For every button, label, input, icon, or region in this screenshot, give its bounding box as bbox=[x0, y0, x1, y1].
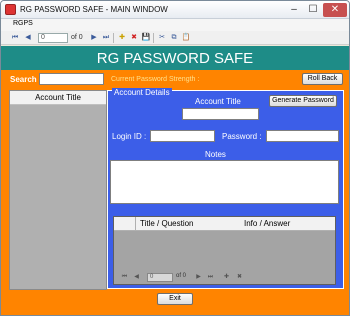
banner-title: RG PASSWORD SAFE bbox=[96, 50, 254, 67]
password-input[interactable] bbox=[266, 130, 339, 142]
account-title-input[interactable] bbox=[182, 108, 259, 120]
separator bbox=[153, 33, 154, 43]
search-label: Search bbox=[10, 75, 37, 84]
add-new-icon[interactable]: ✚ bbox=[117, 33, 127, 43]
login-id-label: Login ID : bbox=[112, 132, 147, 141]
app-icon bbox=[5, 4, 16, 15]
password-label: Password : bbox=[222, 132, 262, 141]
account-details-legend: Account Details bbox=[112, 88, 172, 97]
copy-icon[interactable]: ⧉ bbox=[169, 33, 179, 43]
move-first-icon[interactable]: ⏮ bbox=[120, 273, 129, 282]
minimize-button[interactable]: – bbox=[285, 3, 303, 17]
account-list[interactable]: Account Title bbox=[9, 90, 107, 290]
search-input[interactable] bbox=[39, 73, 104, 85]
move-next-icon[interactable]: ▶ bbox=[194, 273, 203, 282]
account-title-label: Account Title bbox=[195, 97, 241, 106]
position-input[interactable]: 0 bbox=[38, 33, 68, 43]
cut-icon[interactable]: ✂ bbox=[157, 33, 167, 43]
move-next-icon[interactable]: ▶ bbox=[89, 33, 99, 43]
roll-back-button[interactable]: Roll Back bbox=[302, 73, 343, 85]
notes-textarea[interactable] bbox=[110, 160, 339, 204]
notes-label: Notes bbox=[205, 150, 226, 159]
close-button[interactable]: ✕ bbox=[323, 3, 347, 17]
menu-bar: RGPS bbox=[1, 19, 349, 31]
app-banner: RG PASSWORD SAFE bbox=[1, 46, 349, 70]
info-answer-column-header[interactable]: Info / Answer bbox=[244, 219, 290, 228]
account-title-column-header[interactable]: Account Title bbox=[10, 91, 106, 105]
qa-grid[interactable]: Title / Question Info / Answer ⏮ ◀ 0 of … bbox=[113, 216, 336, 285]
password-strength-label: Current Password Strength : bbox=[111, 76, 200, 83]
qa-grid-header: Title / Question Info / Answer bbox=[114, 217, 335, 231]
title-question-column-header[interactable]: Title / Question bbox=[140, 219, 194, 228]
delete-icon[interactable]: ✖ bbox=[235, 273, 244, 282]
window-title: RG PASSWORD SAFE - MAIN WINDOW bbox=[20, 5, 168, 14]
save-icon[interactable]: 💾 bbox=[141, 33, 151, 43]
move-previous-icon[interactable]: ◀ bbox=[23, 33, 33, 43]
qa-grid-navigator: ⏮ ◀ 0 of 0 ▶ ⏭ ✚ ✖ bbox=[114, 271, 335, 284]
binding-navigator: ⏮ ◀ 0 of 0 ▶ ⏭ ✚ ✖ 💾 ✂ ⧉ 📋 bbox=[1, 31, 349, 45]
login-id-input[interactable] bbox=[150, 130, 215, 142]
exit-button[interactable]: Exit bbox=[157, 293, 193, 305]
paste-icon[interactable]: 📋 bbox=[181, 33, 191, 43]
generate-password-button[interactable]: Generate Password bbox=[269, 95, 337, 107]
move-previous-icon[interactable]: ◀ bbox=[132, 273, 141, 282]
delete-icon[interactable]: ✖ bbox=[129, 33, 139, 43]
menu-item-rgps[interactable]: RGPS bbox=[13, 20, 33, 27]
move-last-icon[interactable]: ⏭ bbox=[101, 33, 111, 43]
title-bar[interactable]: RG PASSWORD SAFE - MAIN WINDOW – ☐ ✕ bbox=[1, 1, 349, 19]
qa-position-input[interactable]: 0 bbox=[147, 273, 173, 282]
main-window: RG PASSWORD SAFE - MAIN WINDOW – ☐ ✕ RGP… bbox=[0, 0, 350, 316]
row-header-cell bbox=[114, 217, 136, 231]
qa-record-count: of 0 bbox=[176, 273, 187, 279]
separator bbox=[113, 33, 114, 43]
record-count: of 0 bbox=[71, 34, 83, 41]
maximize-button[interactable]: ☐ bbox=[304, 3, 322, 17]
move-last-icon[interactable]: ⏭ bbox=[206, 273, 215, 282]
add-new-icon[interactable]: ✚ bbox=[222, 273, 231, 282]
move-first-icon[interactable]: ⏮ bbox=[10, 33, 20, 43]
